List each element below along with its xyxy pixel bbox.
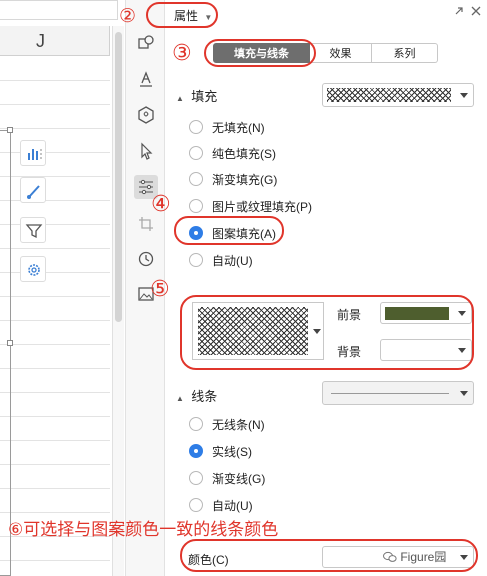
collapse-triangle-icon: ▲ <box>176 94 184 103</box>
shape-effects-button[interactable] <box>136 105 156 125</box>
chevron-down-icon <box>460 391 468 396</box>
watermark-text: Figure园 <box>400 550 447 564</box>
pattern-swatch <box>327 88 451 102</box>
fill-section-label: 填充 <box>191 89 218 104</box>
chart-handle[interactable] <box>7 127 13 133</box>
annotation-6-text: ⑥可选择与图案颜色一致的线条颜色 <box>8 520 279 539</box>
spreadsheet-area: J <box>0 0 125 576</box>
annotation-box-5 <box>180 295 474 370</box>
history-button[interactable] <box>136 249 156 269</box>
cursor-icon <box>141 142 153 160</box>
tab-series[interactable]: 系列 <box>372 43 438 63</box>
crop-icon <box>139 217 153 231</box>
brush-icon <box>27 185 40 199</box>
chart-style-button[interactable] <box>20 177 46 203</box>
annotation-3: ③ <box>172 40 192 65</box>
chart-selection-frame[interactable] <box>0 130 11 576</box>
settings-icon <box>28 264 40 276</box>
line-preview <box>331 393 449 394</box>
fill-section-header[interactable]: ▲ 填充 <box>176 86 217 105</box>
text-style-icon <box>140 71 152 87</box>
watermark: Figure园 <box>383 548 446 565</box>
annotation-box-2 <box>146 2 218 28</box>
annotation-box-3 <box>204 39 316 67</box>
shapes-button[interactable] <box>136 33 156 53</box>
properties-panel: 属性 ▼ 填充与线条 效果 系列 ▲ 填充 无填充(N) 纯色填充(S) 渐变填… <box>166 0 487 576</box>
shape-effects-icon <box>138 106 154 124</box>
vertical-scrollbar[interactable] <box>112 26 124 576</box>
pin-button[interactable] <box>452 4 466 18</box>
chevron-down-icon <box>460 93 468 98</box>
annotation-5: ⑤ <box>150 276 170 301</box>
wechat-icon <box>383 550 400 564</box>
column-letter: J <box>36 31 45 51</box>
shapes-icon <box>138 35 154 49</box>
line-section-header[interactable]: ▲ 线条 <box>176 386 217 405</box>
text-style-button[interactable] <box>136 69 156 89</box>
annotation-4: ④ <box>151 191 171 216</box>
chart-handle[interactable] <box>7 340 13 346</box>
bar-chart-icon <box>28 149 42 160</box>
history-icon <box>138 251 154 267</box>
tab-effects[interactable]: 效果 <box>310 43 372 63</box>
filter-icon <box>25 224 43 239</box>
formula-bar-fragment[interactable] <box>0 0 118 20</box>
column-header[interactable]: J <box>0 26 110 56</box>
line-style-dropdown[interactable] <box>322 381 474 405</box>
line-section-label: 线条 <box>191 389 218 404</box>
chart-elements-button[interactable] <box>20 140 46 166</box>
close-icon <box>471 6 481 16</box>
pin-icon <box>455 7 463 15</box>
select-button[interactable] <box>136 141 156 161</box>
collapse-triangle-icon: ▲ <box>176 394 184 403</box>
crop-button[interactable] <box>136 214 156 234</box>
close-button[interactable] <box>469 4 483 18</box>
annotation-box-4 <box>174 216 284 245</box>
scrollbar-thumb[interactable] <box>115 32 122 322</box>
chart-filter-button[interactable] <box>20 217 46 243</box>
chart-settings-button[interactable] <box>20 256 46 282</box>
fill-pattern-dropdown[interactable] <box>322 83 474 107</box>
annotation-2: ② <box>119 6 137 27</box>
chart-tool-buttons <box>20 140 48 282</box>
